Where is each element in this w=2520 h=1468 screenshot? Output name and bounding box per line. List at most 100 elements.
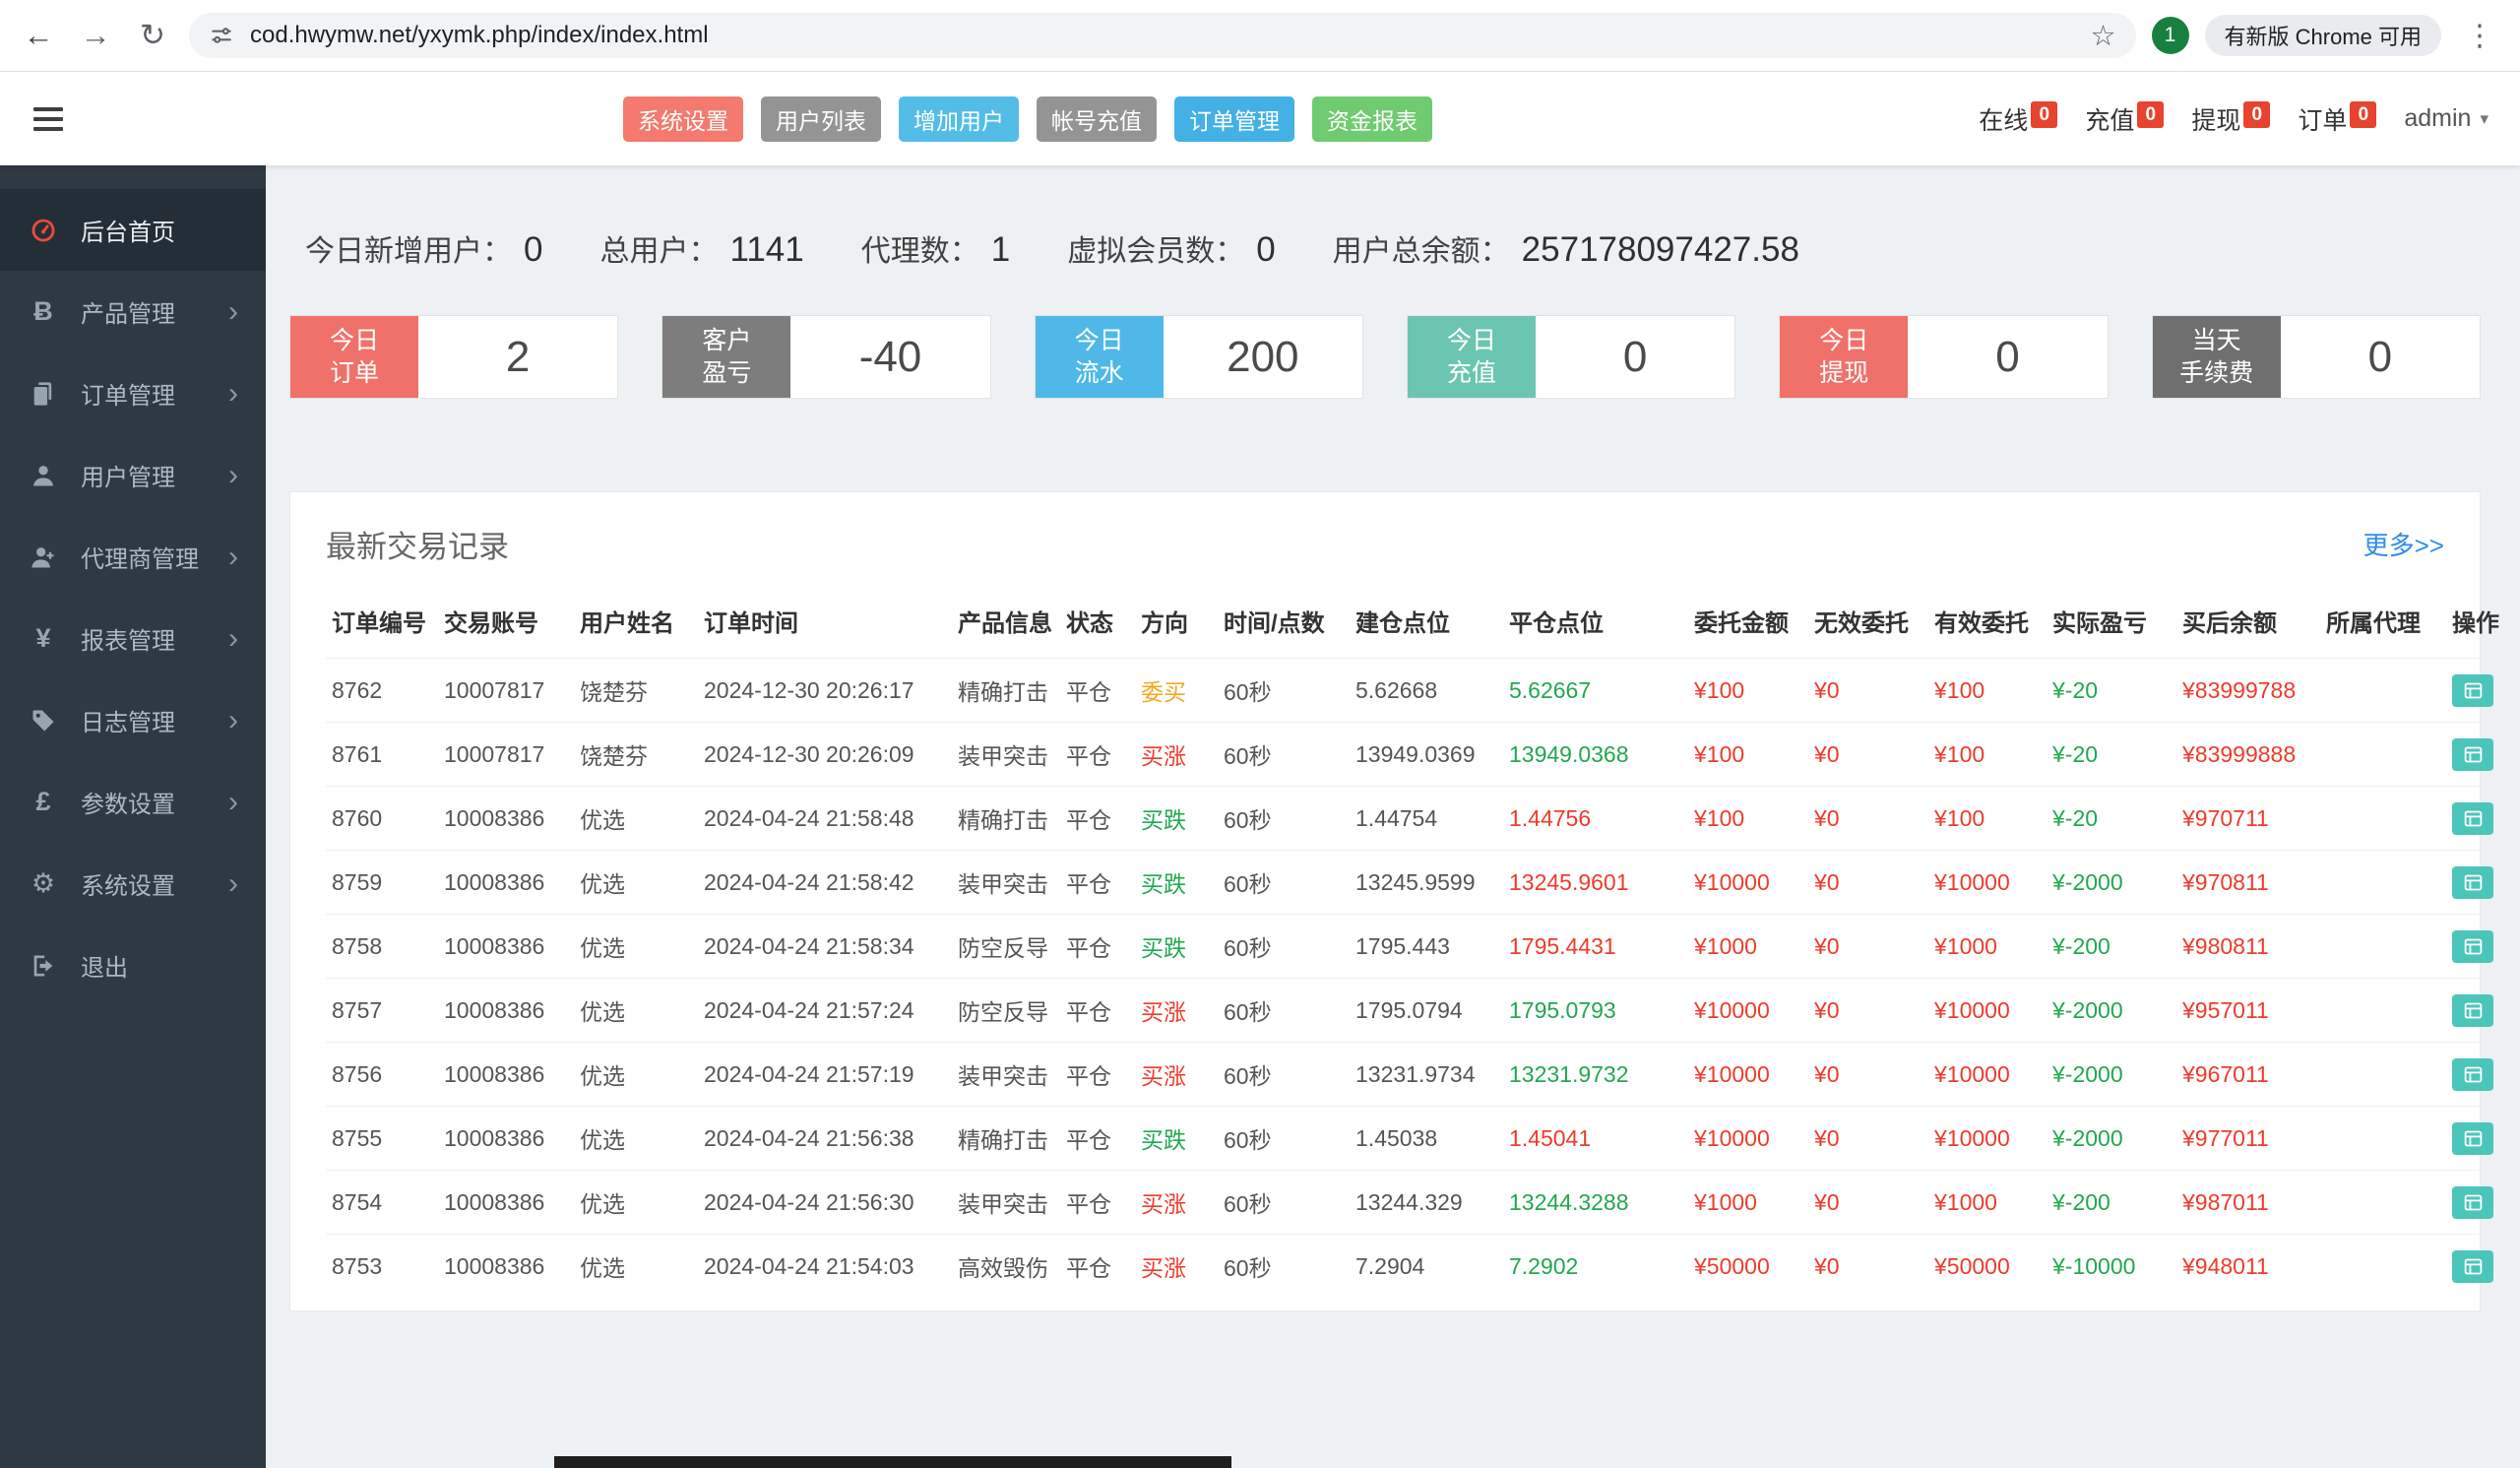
status-withdraw[interactable]: 提现 0 xyxy=(2191,101,2271,137)
row-detail-button[interactable] xyxy=(2452,865,2493,899)
status-recharge[interactable]: 充值 0 xyxy=(2085,101,2165,137)
url-bar[interactable]: cod.hwymw.net/yxymk.php/index/index.html… xyxy=(189,13,2136,58)
cell-period: 60秒 xyxy=(1218,722,1350,787)
bookmark-star-icon[interactable]: ☆ xyxy=(2091,19,2116,53)
header-status-area: 在线 0 充值 0 提现 0 订单 0 admin ▾ xyxy=(1979,101,2488,137)
cell-name: 优选 xyxy=(574,1234,698,1299)
sidebar-item-label: 报表管理 xyxy=(81,628,175,655)
cell-agent xyxy=(2320,978,2446,1043)
sidebar-item-label: 产品管理 xyxy=(81,301,175,328)
back-icon[interactable]: ← xyxy=(18,18,59,53)
sidebar-item-agents[interactable]: 代理商管理 › xyxy=(0,516,266,598)
cell-profit: ¥-2000 xyxy=(2047,978,2176,1043)
sidebar-item-logs[interactable]: 日志管理 › xyxy=(0,679,266,761)
sidebar-item-system[interactable]: ⚙ 系统设置 › xyxy=(0,843,266,925)
row-detail-button[interactable] xyxy=(2452,1057,2493,1091)
cell-status: 平仓 xyxy=(1060,850,1135,915)
status-count-badge: 0 xyxy=(2031,101,2058,128)
forward-icon[interactable]: → xyxy=(75,18,116,53)
cell-account: 10008386 xyxy=(438,850,574,915)
chevron-right-icon: › xyxy=(228,621,238,655)
cell-action xyxy=(2446,1106,2503,1171)
cell-invalid: ¥0 xyxy=(1808,1106,1928,1171)
cell-invalid: ¥0 xyxy=(1808,786,1928,851)
cell-balance: ¥967011 xyxy=(2176,1042,2320,1107)
row-detail-button[interactable] xyxy=(2452,1249,2493,1283)
cell-close: 5.62667 xyxy=(1503,658,1688,723)
column-header-action: 操作 xyxy=(2452,610,2499,637)
cell-period: 60秒 xyxy=(1218,1170,1350,1235)
stat-card-value: 0 xyxy=(1995,332,2020,381)
cell-direction: 买跌 xyxy=(1135,1106,1218,1171)
cell-direction: 买涨 xyxy=(1135,1042,1218,1107)
table-row: 8759 10008386 优选 2024-04-24 21:58:42 装甲突击 平仓买… xyxy=(326,850,2503,915)
sidebar-item-label: 后台首页 xyxy=(81,220,175,246)
cell-close: 13244.3288 xyxy=(1503,1170,1688,1235)
table-row: 8755 10008386 优选 2024-04-24 21:56:38 精确打击 平仓买… xyxy=(326,1106,2503,1171)
url-text: cod.hwymw.net/yxymk.php/index/index.html xyxy=(250,22,709,48)
chevron-right-icon: › xyxy=(228,458,238,491)
cell-product: 高效毁伤 xyxy=(952,1234,1060,1299)
quick-action-user-list[interactable]: 用户列表 xyxy=(761,96,881,142)
cell-account: 10008386 xyxy=(438,1106,574,1171)
chrome-update-button[interactable]: 有新版 Chrome 可用 xyxy=(2204,15,2441,56)
users-icon xyxy=(28,462,59,489)
sidebar-item-products[interactable]: Ƀ 产品管理 › xyxy=(0,271,266,352)
cell-time: 2024-12-30 20:26:17 xyxy=(698,658,952,723)
table-row: 8757 10008386 优选 2024-04-24 21:57:24 防空反导 平仓买… xyxy=(326,978,2503,1043)
row-detail-button[interactable] xyxy=(2452,1121,2493,1155)
stat-card-value: 200 xyxy=(1227,332,1299,381)
column-header-status: 状态 xyxy=(1066,610,1113,637)
sidebar-item-logout[interactable]: 退出 xyxy=(0,925,266,1006)
row-detail-button[interactable] xyxy=(2452,929,2493,963)
sidebar-item-users[interactable]: 用户管理 › xyxy=(0,434,266,516)
row-detail-button[interactable] xyxy=(2452,1185,2493,1219)
stat-card-value: 2 xyxy=(505,332,531,381)
cell-product: 装甲突击 xyxy=(952,850,1060,915)
row-detail-button[interactable] xyxy=(2452,993,2493,1027)
quick-action-system-settings[interactable]: 系统设置 xyxy=(623,96,743,142)
cell-status: 平仓 xyxy=(1060,1106,1135,1171)
sidebar-item-reports[interactable]: ¥ 报表管理 › xyxy=(0,598,266,679)
cell-valid: ¥100 xyxy=(1928,786,2047,851)
cell-name: 饶楚芬 xyxy=(574,722,698,787)
summary-stat-value: 0 xyxy=(524,230,543,269)
cell-agent xyxy=(2320,1170,2446,1235)
table-row: 8758 10008386 优选 2024-04-24 21:58:34 防空反导 平仓买… xyxy=(326,914,2503,979)
cell-profit: ¥-200 xyxy=(2047,914,2176,979)
row-detail-button[interactable] xyxy=(2452,801,2493,835)
table-row: 8762 10007817 饶楚芬 2024-12-30 20:26:17 精确打击 平仓… xyxy=(326,658,2503,723)
profile-avatar[interactable]: 1 xyxy=(2151,17,2189,54)
user-menu[interactable]: admin ▾ xyxy=(2404,104,2488,133)
reload-icon[interactable]: ↻ xyxy=(132,18,173,53)
cell-invalid: ¥0 xyxy=(1808,850,1928,915)
browser-menu-icon[interactable]: ⋮ xyxy=(2465,19,2494,53)
sidebar-item-params[interactable]: £ 参数设置 › xyxy=(0,761,266,843)
quick-action-account-recharge[interactable]: 帐号充值 xyxy=(1037,96,1157,142)
site-settings-icon[interactable] xyxy=(209,23,234,48)
status-online[interactable]: 在线 0 xyxy=(1979,101,2058,137)
cell-profit: ¥-20 xyxy=(2047,658,2176,723)
chevron-right-icon: › xyxy=(228,540,238,573)
summary-stat: 今日新增用户： 0 xyxy=(305,226,542,270)
cell-name: 优选 xyxy=(574,850,698,915)
cell-invalid: ¥0 xyxy=(1808,658,1928,723)
summary-stat: 用户总余额： 257178097427.58 xyxy=(1333,226,1799,270)
quick-action-add-user[interactable]: 增加用户 xyxy=(899,96,1019,142)
sidebar-item-home[interactable]: 后台首页 xyxy=(0,189,266,271)
sidebar-toggle-icon[interactable] xyxy=(32,96,65,143)
row-detail-button[interactable] xyxy=(2452,673,2493,707)
sidebar-item-orders[interactable]: 订单管理 › xyxy=(0,352,266,434)
column-header-direction: 方向 xyxy=(1141,610,1188,637)
quick-action-funds-report[interactable]: 资金报表 xyxy=(1312,96,1432,142)
quick-action-order-management[interactable]: 订单管理 xyxy=(1174,96,1294,142)
cell-product: 装甲突击 xyxy=(952,1170,1060,1235)
status-orders[interactable]: 订单 0 xyxy=(2298,101,2377,137)
cell-agent xyxy=(2320,722,2446,787)
cell-open: 1.45038 xyxy=(1350,1106,1503,1171)
more-link[interactable]: 更多>> xyxy=(2363,526,2444,562)
cell-profit: ¥-20 xyxy=(2047,786,2176,851)
cell-id: 8753 xyxy=(326,1234,438,1299)
row-detail-button[interactable] xyxy=(2452,737,2493,771)
trades-table-body: 8762 10007817 饶楚芬 2024-12-30 20:26:17 精确打击 平仓… xyxy=(326,658,2503,1299)
